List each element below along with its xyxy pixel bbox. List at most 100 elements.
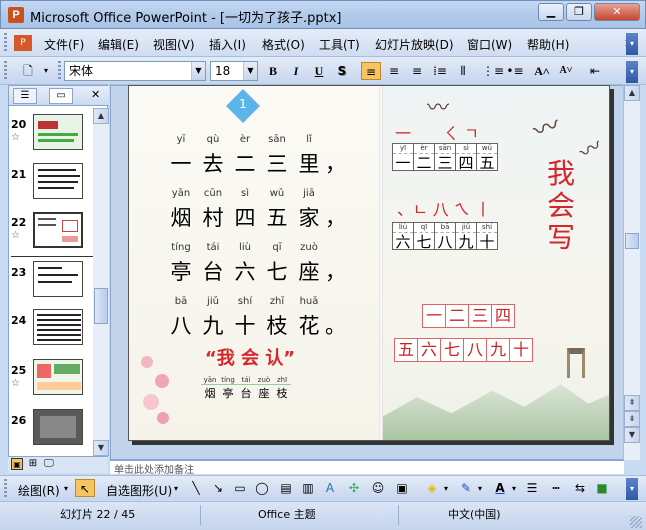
draw-menu-button[interactable]: 绘图(R) (18, 482, 60, 499)
scroll-down-icon[interactable]: ▼ (624, 427, 640, 443)
arrow-style-icon[interactable]: ⇆ (570, 479, 590, 497)
drawbar-options-icon[interactable]: ▾ (626, 478, 638, 500)
toolbar-gripper[interactable] (4, 61, 7, 81)
scroll-down-icon[interactable]: ▼ (93, 440, 109, 456)
grid-char: 三 (468, 304, 492, 328)
font-name-select[interactable]: 宋体 ▼ (64, 61, 206, 81)
select-pointer-icon[interactable]: ↖ (75, 479, 95, 497)
vertical-textbox-icon[interactable]: ▥ (298, 479, 318, 497)
align-left-icon[interactable]: ≡ (361, 62, 381, 80)
numbering-icon[interactable]: ⋮≡ (482, 62, 504, 80)
line-color-icon[interactable]: ✎ (456, 479, 476, 497)
textbox-icon[interactable]: ▤ (276, 479, 296, 497)
pinyin: wǔ (269, 188, 285, 199)
wordart-icon[interactable]: A (320, 479, 340, 497)
new-document-icon[interactable]: 🗋 (18, 62, 38, 80)
menu-format[interactable]: 格式(O) (262, 36, 305, 53)
picture-icon[interactable]: ▣ (392, 479, 412, 497)
scroll-up-icon[interactable]: ▲ (93, 108, 109, 124)
chevron-down-icon[interactable]: ▾ (174, 484, 178, 493)
powerpoint-icon[interactable]: P (8, 7, 24, 23)
menu-help[interactable]: 帮助(H) (527, 36, 569, 53)
document-icon[interactable]: P (14, 35, 32, 51)
next-slide-icon[interactable]: ⇟ (624, 411, 640, 427)
minimize-icon[interactable]: ▁ (538, 3, 564, 21)
menu-tools[interactable]: 工具(T) (319, 36, 360, 53)
new-dropdown-icon[interactable]: ▾ (40, 62, 52, 80)
slide-sorter-icon[interactable]: ⊞ (27, 458, 39, 470)
chevron-down-icon[interactable]: ▼ (243, 62, 257, 80)
fill-color-icon[interactable]: ◈ (422, 479, 442, 497)
diagram-icon[interactable]: ✣ (344, 479, 364, 497)
landscape-illustration (383, 384, 609, 440)
menubar-options-icon[interactable]: ▾ (626, 33, 638, 55)
menu-file[interactable]: 文件(F) (44, 36, 84, 53)
resize-grip-icon[interactable] (630, 516, 642, 528)
distribute-icon[interactable]: ⁞≡ (430, 62, 450, 80)
slide-thumbnail[interactable] (33, 359, 83, 395)
bold-button[interactable]: B (263, 62, 283, 80)
notes-pane[interactable]: 单击此处添加备注 (110, 460, 624, 474)
menu-gripper[interactable] (4, 33, 7, 53)
close-panel-icon[interactable]: ✕ (91, 88, 100, 101)
slide-thumbnail-selected[interactable] (33, 212, 83, 248)
rectangle-icon[interactable]: ▭ (230, 479, 250, 497)
panel-scrollbar[interactable]: ▲ ▼ (93, 108, 109, 456)
menu-view[interactable]: 视图(V) (153, 36, 195, 53)
chevron-down-icon[interactable]: ▾ (478, 484, 482, 493)
chevron-down-icon[interactable]: ▾ (444, 484, 448, 493)
scroll-thumb[interactable] (625, 233, 639, 249)
slide-thumbnail[interactable] (33, 409, 83, 445)
editor-scrollbar[interactable]: ▲ ⇞ ⇟ ▼ (623, 85, 640, 460)
increase-font-icon[interactable]: A˄ (532, 62, 552, 80)
align-right-icon[interactable]: ≡ (407, 62, 427, 80)
pinyin: yī (176, 134, 186, 145)
decrease-font-icon[interactable]: A˅ (556, 62, 576, 80)
oval-icon[interactable]: ◯ (252, 479, 272, 497)
slide-thumbnail[interactable] (33, 163, 83, 199)
autoshapes-button[interactable]: 自选图形(U) (106, 482, 172, 499)
animation-star-icon: ☆ (11, 378, 20, 389)
draw-gripper[interactable] (4, 479, 7, 499)
toolbar-options-icon[interactable]: ▾ (626, 61, 638, 83)
align-center-icon[interactable]: ≡ (384, 62, 404, 80)
line-style-icon[interactable]: ☰ (522, 479, 542, 497)
menu-insert[interactable]: 插入(I) (209, 36, 246, 53)
line-icon[interactable]: ╲ (186, 479, 206, 497)
text-direction-icon[interactable]: ⫴ (453, 62, 473, 80)
slides-tab-icon[interactable]: ▭ (49, 88, 73, 104)
dash-style-icon[interactable]: ┅ (546, 479, 566, 497)
bullets-icon[interactable]: •≡ (505, 62, 525, 80)
arrow-icon[interactable]: ↘ (208, 479, 228, 497)
shadow-style-icon[interactable]: ■ (592, 479, 612, 497)
chevron-down-icon[interactable]: ▼ (191, 62, 205, 80)
panel-tabs: ☰ ▭ ✕ (9, 86, 109, 106)
chevron-down-icon[interactable]: ▾ (64, 484, 68, 493)
menu-window[interactable]: 窗口(W) (467, 36, 512, 53)
indent-icon[interactable]: ⇤ (585, 62, 605, 80)
font-gripper[interactable] (58, 61, 61, 81)
slide-canvas[interactable]: 1 yī qù èr sān lǐ 一 去 二 三 里 ， yān cūn sì… (128, 85, 610, 441)
font-color-icon[interactable]: A (490, 479, 510, 497)
restore-icon[interactable]: ❐ (566, 3, 592, 21)
clipart-icon[interactable]: ☺ (368, 479, 388, 497)
menu-edit[interactable]: 编辑(E) (98, 36, 139, 53)
italic-button[interactable]: I (286, 62, 306, 80)
scroll-up-icon[interactable]: ▲ (624, 85, 640, 101)
pinyin: lǐ (306, 134, 312, 145)
slideshow-view-icon[interactable]: 🖵 (43, 458, 55, 470)
pinyin: qī (414, 223, 434, 233)
outline-tab-icon[interactable]: ☰ (13, 88, 37, 104)
slide-thumbnail[interactable] (33, 114, 83, 150)
chevron-down-icon[interactable]: ▾ (512, 484, 516, 493)
slide-thumbnail[interactable] (33, 309, 83, 345)
font-size-select[interactable]: 18 ▼ (210, 61, 258, 81)
slide-thumbnail[interactable] (33, 261, 83, 297)
scroll-thumb[interactable] (94, 288, 108, 324)
previous-slide-icon[interactable]: ⇞ (624, 395, 640, 411)
normal-view-icon[interactable]: ▣ (11, 458, 23, 470)
close-icon[interactable]: ✕ (594, 3, 640, 21)
underline-button[interactable]: U (309, 62, 329, 80)
menu-slideshow[interactable]: 幻灯片放映(D) (375, 36, 454, 53)
shadow-button[interactable]: S (332, 62, 352, 80)
